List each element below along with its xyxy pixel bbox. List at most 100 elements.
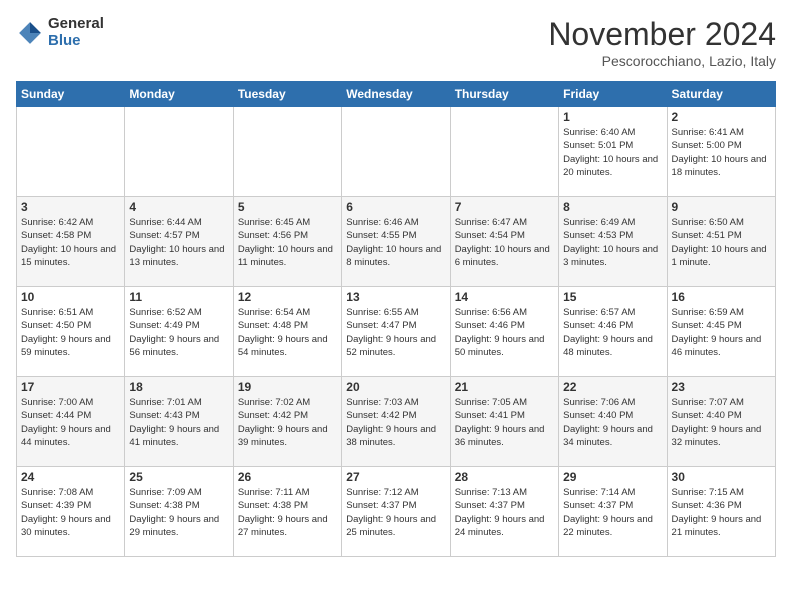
day-info: Sunrise: 7:12 AMSunset: 4:37 PMDaylight:… bbox=[346, 486, 445, 539]
day-number: 15 bbox=[563, 290, 662, 304]
day-number: 12 bbox=[238, 290, 337, 304]
calendar-cell: 30Sunrise: 7:15 AMSunset: 4:36 PMDayligh… bbox=[667, 467, 775, 557]
day-info: Sunrise: 6:51 AMSunset: 4:50 PMDaylight:… bbox=[21, 306, 120, 359]
day-number: 14 bbox=[455, 290, 554, 304]
calendar-cell: 23 Sunrise: 7:07 AMSunset: 4:40 PMDayligh… bbox=[667, 377, 775, 467]
day-number: 2 bbox=[672, 110, 771, 124]
day-info: Sunrise: 7:06 AMSunset: 4:40 PMDaylight:… bbox=[563, 396, 662, 449]
calendar-week-row: 3 Sunrise: 6:42 AMSunset: 4:58 PMDaylight… bbox=[17, 197, 776, 287]
day-info: Sunrise: 7:13 AMSunset: 4:37 PMDaylight:… bbox=[455, 486, 554, 539]
day-number: 7 bbox=[455, 200, 554, 214]
day-number: 3 bbox=[21, 200, 120, 214]
calendar-cell: 21 Sunrise: 7:05 AMSunset: 4:41 PMDayligh… bbox=[450, 377, 558, 467]
calendar-cell: 4 Sunrise: 6:44 AMSunset: 4:57 PMDaylight… bbox=[125, 197, 233, 287]
day-number: 28 bbox=[455, 470, 554, 484]
calendar-cell: 16 Sunrise: 6:59 AMSunset: 4:45 PMDayligh… bbox=[667, 287, 775, 377]
day-number: 26 bbox=[238, 470, 337, 484]
calendar-cell bbox=[233, 107, 341, 197]
logo: General Blue bbox=[16, 16, 104, 49]
day-number: 29 bbox=[563, 470, 662, 484]
calendar-cell: 25 Sunrise: 7:09 AMSunset: 4:38 PMDayligh… bbox=[125, 467, 233, 557]
day-number: 13 bbox=[346, 290, 445, 304]
day-number: 27 bbox=[346, 470, 445, 484]
day-info: Sunrise: 7:09 AMSunset: 4:38 PMDaylight:… bbox=[129, 486, 228, 539]
calendar-cell: 22 Sunrise: 7:06 AMSunset: 4:40 PMDayligh… bbox=[559, 377, 667, 467]
calendar-cell: 15 Sunrise: 6:57 AMSunset: 4:46 PMDayligh… bbox=[559, 287, 667, 377]
calendar-cell: 29Sunrise: 7:14 AMSunset: 4:37 PMDayligh… bbox=[559, 467, 667, 557]
calendar-cell: 17Sunrise: 7:00 AMSunset: 4:44 PMDayligh… bbox=[17, 377, 125, 467]
calendar-cell bbox=[342, 107, 450, 197]
day-number: 1 bbox=[563, 110, 662, 124]
day-info: Sunrise: 7:15 AMSunset: 4:36 PMDaylight:… bbox=[672, 486, 771, 539]
day-info: Sunrise: 6:57 AMSunset: 4:46 PMDaylight:… bbox=[563, 306, 662, 359]
calendar-cell: 5 Sunrise: 6:45 AMSunset: 4:56 PMDaylight… bbox=[233, 197, 341, 287]
day-of-week-header: Friday bbox=[559, 82, 667, 107]
day-info: Sunrise: 6:47 AMSunset: 4:54 PMDaylight:… bbox=[455, 216, 554, 269]
month-title: November 2024 bbox=[548, 16, 776, 53]
day-number: 6 bbox=[346, 200, 445, 214]
day-info: Sunrise: 7:07 AMSunset: 4:40 PMDaylight:… bbox=[672, 396, 771, 449]
day-number: 10 bbox=[21, 290, 120, 304]
calendar-cell: 18 Sunrise: 7:01 AMSunset: 4:43 PMDayligh… bbox=[125, 377, 233, 467]
logo-general: General bbox=[48, 16, 104, 33]
calendar-cell: 8 Sunrise: 6:49 AMSunset: 4:53 PMDaylight… bbox=[559, 197, 667, 287]
calendar-cell: 2 Sunrise: 6:41 AMSunset: 5:00 PMDaylight… bbox=[667, 107, 775, 197]
day-info: Sunrise: 7:05 AMSunset: 4:41 PMDaylight:… bbox=[455, 396, 554, 449]
calendar-week-row: 10 Sunrise: 6:51 AMSunset: 4:50 PMDayligh… bbox=[17, 287, 776, 377]
day-number: 5 bbox=[238, 200, 337, 214]
day-info: Sunrise: 6:44 AMSunset: 4:57 PMDaylight:… bbox=[129, 216, 228, 269]
day-number: 18 bbox=[129, 380, 228, 394]
day-info: Sunrise: 7:03 AMSunset: 4:42 PMDaylight:… bbox=[346, 396, 445, 449]
calendar-cell: 24 Sunrise: 7:08 AMSunset: 4:39 PMDayligh… bbox=[17, 467, 125, 557]
calendar-cell: 20Sunrise: 7:03 AMSunset: 4:42 PMDayligh… bbox=[342, 377, 450, 467]
logo-icon bbox=[16, 19, 44, 47]
day-info: Sunrise: 7:00 AMSunset: 4:44 PMDaylight:… bbox=[21, 396, 120, 449]
calendar-cell: 6Sunrise: 6:46 AMSunset: 4:55 PMDaylight… bbox=[342, 197, 450, 287]
day-info: Sunrise: 6:59 AMSunset: 4:45 PMDaylight:… bbox=[672, 306, 771, 359]
calendar-cell: 26Sunrise: 7:11 AMSunset: 4:38 PMDayligh… bbox=[233, 467, 341, 557]
calendar-week-row: 24 Sunrise: 7:08 AMSunset: 4:39 PMDayligh… bbox=[17, 467, 776, 557]
calendar-cell: 10 Sunrise: 6:51 AMSunset: 4:50 PMDayligh… bbox=[17, 287, 125, 377]
calendar-cell: 1 Sunrise: 6:40 AMSunset: 5:01 PMDaylight… bbox=[559, 107, 667, 197]
day-number: 23 bbox=[672, 380, 771, 394]
day-of-week-header: Sunday bbox=[17, 82, 125, 107]
day-of-week-header: Saturday bbox=[667, 82, 775, 107]
day-info: Sunrise: 6:45 AMSunset: 4:56 PMDaylight:… bbox=[238, 216, 337, 269]
calendar-cell bbox=[17, 107, 125, 197]
day-number: 9 bbox=[672, 200, 771, 214]
day-info: Sunrise: 6:41 AMSunset: 5:00 PMDaylight:… bbox=[672, 126, 771, 179]
day-number: 22 bbox=[563, 380, 662, 394]
day-number: 16 bbox=[672, 290, 771, 304]
calendar-cell: 19Sunrise: 7:02 AMSunset: 4:42 PMDayligh… bbox=[233, 377, 341, 467]
day-of-week-header: Thursday bbox=[450, 82, 558, 107]
day-number: 19 bbox=[238, 380, 337, 394]
day-info: Sunrise: 6:42 AMSunset: 4:58 PMDaylight:… bbox=[21, 216, 120, 269]
day-number: 4 bbox=[129, 200, 228, 214]
calendar-cell: 27 Sunrise: 7:12 AMSunset: 4:37 PMDayligh… bbox=[342, 467, 450, 557]
day-number: 11 bbox=[129, 290, 228, 304]
day-number: 8 bbox=[563, 200, 662, 214]
day-info: Sunrise: 6:52 AMSunset: 4:49 PMDaylight:… bbox=[129, 306, 228, 359]
calendar-week-row: 1 Sunrise: 6:40 AMSunset: 5:01 PMDaylight… bbox=[17, 107, 776, 197]
calendar-cell: 12 Sunrise: 6:54 AMSunset: 4:48 PMDayligh… bbox=[233, 287, 341, 377]
calendar-cell: 28 Sunrise: 7:13 AMSunset: 4:37 PMDayligh… bbox=[450, 467, 558, 557]
day-of-week-header: Wednesday bbox=[342, 82, 450, 107]
day-info: Sunrise: 6:40 AMSunset: 5:01 PMDaylight:… bbox=[563, 126, 662, 179]
day-info: Sunrise: 6:54 AMSunset: 4:48 PMDaylight:… bbox=[238, 306, 337, 359]
day-info: Sunrise: 6:56 AMSunset: 4:46 PMDaylight:… bbox=[455, 306, 554, 359]
calendar-cell: 7 Sunrise: 6:47 AMSunset: 4:54 PMDaylight… bbox=[450, 197, 558, 287]
logo-text: General Blue bbox=[48, 16, 104, 49]
day-of-week-header: Monday bbox=[125, 82, 233, 107]
day-info: Sunrise: 6:55 AMSunset: 4:47 PMDaylight:… bbox=[346, 306, 445, 359]
day-info: Sunrise: 6:49 AMSunset: 4:53 PMDaylight:… bbox=[563, 216, 662, 269]
day-info: Sunrise: 7:01 AMSunset: 4:43 PMDaylight:… bbox=[129, 396, 228, 449]
calendar-cell: 11 Sunrise: 6:52 AMSunset: 4:49 PMDayligh… bbox=[125, 287, 233, 377]
day-number: 24 bbox=[21, 470, 120, 484]
calendar-header-row: SundayMondayTuesdayWednesdayThursdayFrid… bbox=[17, 82, 776, 107]
day-number: 25 bbox=[129, 470, 228, 484]
logo-blue: Blue bbox=[48, 33, 104, 50]
day-number: 21 bbox=[455, 380, 554, 394]
day-info: Sunrise: 7:08 AMSunset: 4:39 PMDaylight:… bbox=[21, 486, 120, 539]
calendar-cell: 3 Sunrise: 6:42 AMSunset: 4:58 PMDaylight… bbox=[17, 197, 125, 287]
calendar-table: SundayMondayTuesdayWednesdayThursdayFrid… bbox=[16, 81, 776, 557]
